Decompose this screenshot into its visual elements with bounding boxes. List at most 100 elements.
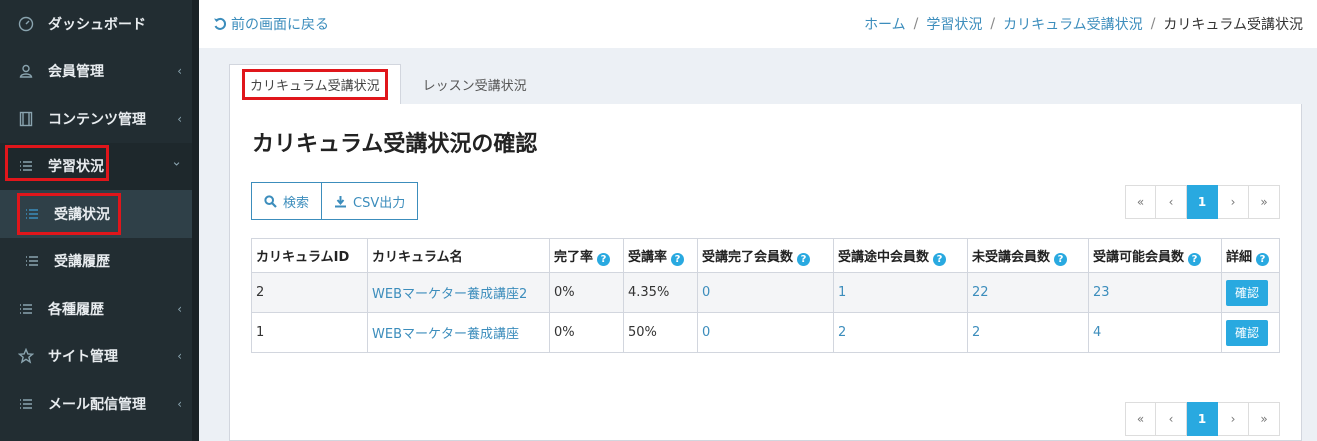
page-next-button[interactable]: › (1218, 185, 1249, 219)
cell-name: WEBマーケター養成講座2 (367, 272, 550, 313)
table-row: 2 WEBマーケター養成講座2 0% 4.35% 0 1 22 23 確認 (251, 272, 1280, 313)
chevron-left-icon: ‹ (177, 349, 182, 364)
sidebar-item-label: 各種履歴 (48, 301, 104, 318)
eligible-count-link[interactable]: 4 (1093, 325, 1101, 340)
cell-in-progress: 1 (833, 272, 968, 313)
search-button[interactable]: 検索 (251, 182, 323, 220)
chevron-left-icon: ‹ (177, 111, 182, 126)
sidebar-sub-item-attendance[interactable]: 受講状況 (0, 190, 192, 238)
not-started-count-link[interactable]: 2 (972, 325, 980, 340)
column-header: カリキュラムID (251, 238, 368, 273)
tab-bar: カリキュラム受講状況 レッスン受講状況 (229, 64, 1302, 104)
search-icon (264, 194, 277, 208)
help-icon[interactable]: ? (1188, 252, 1202, 266)
help-icon[interactable]: ? (1054, 252, 1068, 266)
main-content: カリキュラム受講状況 レッスン受講状況 カリキュラム受講状況の確認 検索 CSV… (229, 64, 1302, 441)
cell-in-progress: 2 (833, 312, 968, 353)
chevron-left-icon: ‹ (177, 64, 182, 79)
sidebar-item-label: 会員管理 (48, 64, 104, 81)
help-icon[interactable]: ? (1256, 252, 1270, 266)
page-prev-button[interactable]: ‹ (1156, 185, 1187, 219)
help-icon[interactable]: ? (671, 252, 685, 266)
cell-eligible: 4 (1088, 312, 1222, 353)
page-first-button[interactable]: « (1125, 402, 1156, 436)
in-progress-count-link[interactable]: 2 (838, 325, 846, 340)
list-icon (18, 301, 34, 317)
page-last-button[interactable]: » (1249, 402, 1280, 436)
top-bar: 前の画面に戻る ホーム / 学習状況 / カリキュラム受講状況 / カリキュラム… (199, 0, 1317, 48)
breadcrumb-separator: / (913, 16, 919, 32)
page-prev-button[interactable]: ‹ (1156, 402, 1187, 436)
curriculum-table: カリキュラムID カリキュラム名 完了率? 受講率? 受講完了会員数? 受講途中… (251, 238, 1280, 353)
sidebar-item-label: ダッシュボード (48, 16, 146, 33)
sidebar-item-learning-status[interactable]: 学習状況 ⌄ (0, 142, 192, 190)
column-header: 受講途中会員数? (833, 238, 968, 273)
page-last-button[interactable]: » (1249, 185, 1280, 219)
sidebar-item-contents[interactable]: コンテンツ管理 ‹ (0, 95, 192, 143)
sidebar-item-members[interactable]: 会員管理 ‹ (0, 48, 192, 96)
not-started-count-link[interactable]: 22 (972, 285, 989, 300)
csv-export-button-label: CSV出力 (353, 195, 406, 211)
highlight-box (17, 193, 121, 235)
chevron-left-icon: ‹ (177, 396, 182, 411)
sidebar-item-site-management[interactable]: サイト管理 ‹ (0, 333, 192, 381)
help-icon[interactable]: ? (797, 252, 811, 266)
breadcrumb: ホーム / 学習状況 / カリキュラム受講状況 / カリキュラム受講状況 (864, 14, 1303, 34)
tab-curriculum-status[interactable]: カリキュラム受講状況 (229, 64, 401, 104)
breadcrumb-learning-status[interactable]: 学習状況 (926, 14, 982, 34)
sidebar-item-label: 受講履歴 (54, 254, 110, 271)
sidebar-item-dashboard[interactable]: ダッシュボード (0, 0, 192, 48)
page-first-button[interactable]: « (1125, 185, 1156, 219)
eligible-count-link[interactable]: 23 (1093, 285, 1110, 300)
cell-detail: 確認 (1221, 272, 1280, 313)
cell-detail: 確認 (1221, 312, 1280, 353)
sidebar-item-mail[interactable]: メール配信管理 ‹ (0, 380, 192, 428)
breadcrumb-separator: / (1150, 16, 1156, 32)
table-row: 1 WEBマーケター養成講座 0% 50% 0 2 2 4 確認 (251, 312, 1280, 353)
tab-label: レッスン受講状況 (422, 78, 527, 94)
table-header-row: カリキュラムID カリキュラム名 完了率? 受講率? 受講完了会員数? 受講途中… (251, 238, 1280, 273)
csv-export-button[interactable]: CSV出力 (322, 182, 419, 220)
back-link-label: 前の画面に戻る (231, 17, 329, 33)
completed-count-link[interactable]: 0 (702, 285, 710, 300)
curriculum-link[interactable]: WEBマーケター養成講座 (372, 327, 519, 342)
star-icon (18, 348, 34, 364)
cell-complete-rate: 0% (549, 312, 624, 353)
column-header: 受講完了会員数? (697, 238, 834, 273)
help-icon[interactable]: ? (933, 252, 947, 266)
confirm-button[interactable]: 確認 (1226, 279, 1268, 306)
action-buttons: 検索 CSV出力 (251, 182, 419, 220)
tab-lesson-status[interactable]: レッスン受講状況 (401, 64, 539, 104)
sidebar-item-label: サイト管理 (48, 349, 118, 366)
tab-panel: カリキュラム受講状況の確認 検索 CSV出力 « ‹ 1 › » カリキュラムI… (229, 104, 1302, 441)
confirm-button[interactable]: 確認 (1226, 319, 1268, 346)
cell-not-started: 2 (967, 312, 1089, 353)
dashboard-icon (18, 16, 34, 32)
sidebar: ダッシュボード 会員管理 ‹ コンテンツ管理 ‹ 学習状況 ⌄ 受講状況 受講履… (0, 0, 192, 441)
page-current-button[interactable]: 1 (1187, 185, 1218, 219)
column-header: 受講可能会員数? (1088, 238, 1222, 273)
highlight-box (5, 144, 109, 181)
breadcrumb-home[interactable]: ホーム (864, 14, 906, 34)
sidebar-item-various-history[interactable]: 各種履歴 ‹ (0, 285, 192, 333)
sidebar-scrollbar[interactable] (192, 0, 199, 441)
page-current-button[interactable]: 1 (1187, 402, 1218, 436)
column-header: 完了率? (549, 238, 624, 273)
page-next-button[interactable]: › (1218, 402, 1249, 436)
sidebar-item-label: メール配信管理 (48, 396, 146, 413)
users-icon (18, 63, 34, 79)
undo-icon (214, 17, 227, 30)
back-link[interactable]: 前の画面に戻る (213, 14, 329, 34)
cell-eligible: 23 (1088, 272, 1222, 313)
search-button-label: 検索 (283, 195, 310, 211)
curriculum-link[interactable]: WEBマーケター養成講座2 (372, 287, 527, 302)
column-header: 詳細? (1221, 238, 1280, 273)
sidebar-sub-item-history[interactable]: 受講履歴 (0, 237, 192, 285)
completed-count-link[interactable]: 0 (702, 325, 710, 340)
sidebar-item-label: コンテンツ管理 (48, 111, 146, 128)
breadcrumb-curriculum-status[interactable]: カリキュラム受講状況 (1003, 14, 1143, 34)
help-icon[interactable]: ? (597, 252, 611, 266)
cell-not-started: 22 (967, 272, 1089, 313)
in-progress-count-link[interactable]: 1 (838, 285, 846, 300)
column-header: 受講率? (623, 238, 698, 273)
